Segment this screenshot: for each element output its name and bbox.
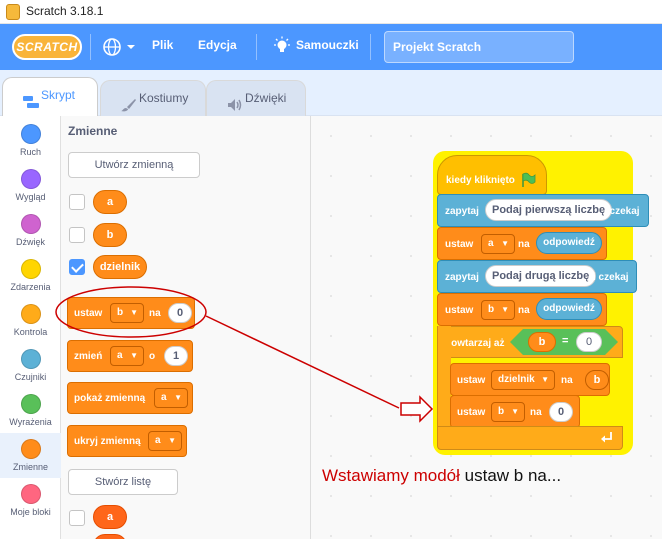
caption-red-text: Wstawiamy modół <box>322 466 460 485</box>
annotation-overlay <box>55 286 434 423</box>
highlight-ellipse <box>55 286 207 338</box>
annotation-caption: Wstawiamy modół ustaw b na... <box>322 466 561 486</box>
annotation-arrow-icon <box>400 395 434 423</box>
caption-black-text: ustaw b na... <box>464 466 562 485</box>
annotation-line <box>205 315 400 409</box>
